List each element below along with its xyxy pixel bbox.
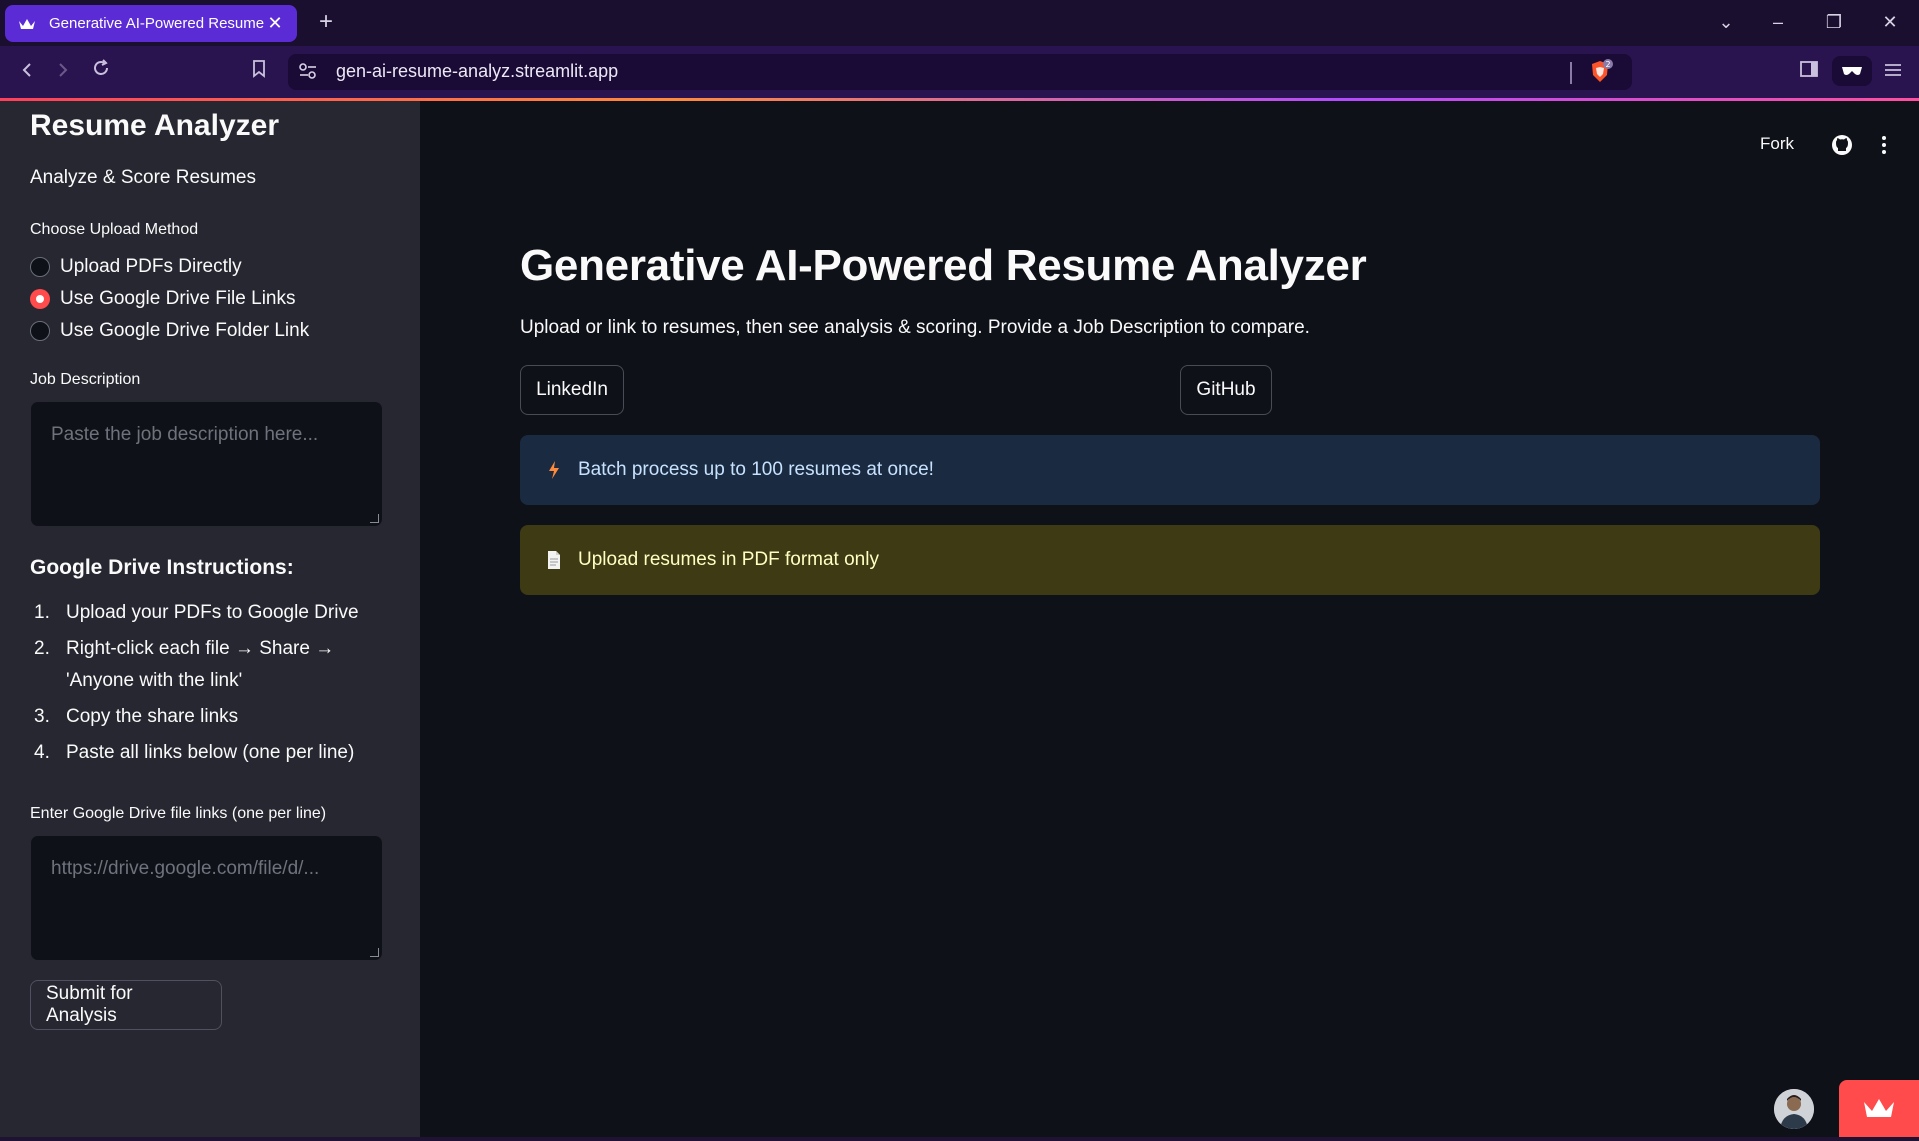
resize-handle-icon[interactable] [370,948,379,957]
radio-label: Upload PDFs Directly [60,256,242,277]
document-icon [546,550,562,570]
developer-avatar[interactable] [1774,1089,1814,1129]
info-alert-text: Batch process up to 100 resumes at once! [578,459,934,480]
radio-button[interactable] [30,257,50,277]
drive-links-input[interactable]: https://drive.google.com/file/d/... [30,835,383,961]
page-description: Upload or link to resumes, then see anal… [520,317,1310,338]
site-settings-icon[interactable] [298,62,320,82]
github-icon[interactable] [1830,133,1854,157]
back-icon[interactable] [12,58,42,86]
new-tab-button[interactable]: + [312,8,340,36]
github-button[interactable]: GitHub [1180,365,1272,415]
brave-shields-icon[interactable]: 2 [1586,58,1614,86]
main-content: Fork Generative AI-Powered Resume Analyz… [420,101,1919,1141]
radio-drive-file-links[interactable]: Use Google Drive File Links [30,288,295,310]
streamlit-badge[interactable] [1839,1080,1919,1141]
instructions-heading: Google Drive Instructions: [30,556,294,579]
reload-icon[interactable] [86,58,116,86]
window-bottom-edge [0,1137,1919,1141]
tab-title: Generative AI-Powered Resume Analyzer [49,15,265,32]
restore-icon[interactable]: ❐ [1814,8,1854,36]
streamlit-crown-icon [1862,1097,1896,1124]
close-window-icon[interactable]: ✕ [1870,8,1910,36]
list-number: 3. [34,706,50,727]
address-separator [1570,62,1572,84]
browser-tab[interactable]: Generative AI-Powered Resume Analyzer ✕ [5,5,297,42]
list-text: Upload your PDFs to Google Drive [66,602,359,623]
lightning-icon [546,460,562,480]
close-tab-icon[interactable]: ✕ [265,13,285,34]
minimize-icon[interactable]: – [1758,8,1798,36]
drive-links-label: Enter Google Drive file links (one per l… [30,805,327,822]
instructions-list: 1. Upload your PDFs to Google Drive 2. Rig… [30,597,390,773]
warning-alert-text: Upload resumes in PDF format only [578,549,879,570]
address-bar[interactable]: gen-ai-resume-analyz.streamlit.app 2 [288,54,1632,90]
list-text: Right-click each file → Share → 'Anyone … [66,638,335,691]
bookmark-icon[interactable] [244,58,274,86]
radio-button-selected[interactable] [30,289,50,309]
job-description-input[interactable]: Paste the job description here... [30,401,383,527]
url-text[interactable]: gen-ai-resume-analyz.streamlit.app [336,61,618,82]
info-alert: Batch process up to 100 resumes at once! [520,435,1820,505]
streamlit-crown-icon [17,16,37,32]
list-item: 1. Upload your PDFs to Google Drive [30,597,390,629]
fork-button[interactable]: Fork [1760,134,1794,154]
sidebar-toggle-icon[interactable] [1794,58,1824,86]
shield-count: 2 [1605,60,1610,69]
drive-links-placeholder: https://drive.google.com/file/d/... [51,858,320,879]
linkedin-button[interactable]: LinkedIn [520,365,624,415]
list-item: 2. Right-click each file → Share → 'Anyon… [30,633,390,697]
list-item: 4. Paste all links below (one per line) [30,737,390,769]
warning-alert: Upload resumes in PDF format only [520,525,1820,595]
list-text: Copy the share links [66,706,239,727]
sidebar-title: Resume Analyzer [30,109,279,142]
page-title: Generative AI-Powered Resume Analyzer [520,241,1367,290]
radio-label: Use Google Drive Folder Link [60,320,310,341]
sidebar-subtitle: Analyze & Score Resumes [30,167,256,188]
job-description-label: Job Description [30,371,141,388]
list-number: 4. [34,742,50,763]
upload-method-label: Choose Upload Method [30,221,199,238]
more-options-icon[interactable] [1872,133,1896,157]
job-description-placeholder: Paste the job description here... [51,424,319,445]
radio-drive-folder-link[interactable]: Use Google Drive Folder Link [30,320,309,342]
list-number: 2. [34,638,50,659]
submit-for-analysis-button[interactable]: Submit for Analysis [30,980,222,1030]
browser-nav-bar: gen-ai-resume-analyz.streamlit.app 2 [0,46,1919,98]
radio-upload-pdfs[interactable]: Upload PDFs Directly [30,256,242,278]
radio-label: Use Google Drive File Links [60,288,296,309]
tab-list-chevron-icon[interactable]: ⌄ [1706,8,1746,36]
list-item: 3. Copy the share links [30,701,390,733]
list-number: 1. [34,602,50,623]
menu-icon[interactable] [1878,58,1908,86]
sidebar: Resume Analyzer Analyze & Score Resumes … [0,101,420,1141]
radio-button[interactable] [30,321,50,341]
leo-ai-icon[interactable] [1832,56,1872,86]
browser-tab-bar: Generative AI-Powered Resume Analyzer ✕ … [0,0,1919,46]
forward-icon[interactable] [48,58,78,86]
resize-handle-icon[interactable] [370,514,379,523]
list-text: Paste all links below (one per line) [66,742,355,763]
